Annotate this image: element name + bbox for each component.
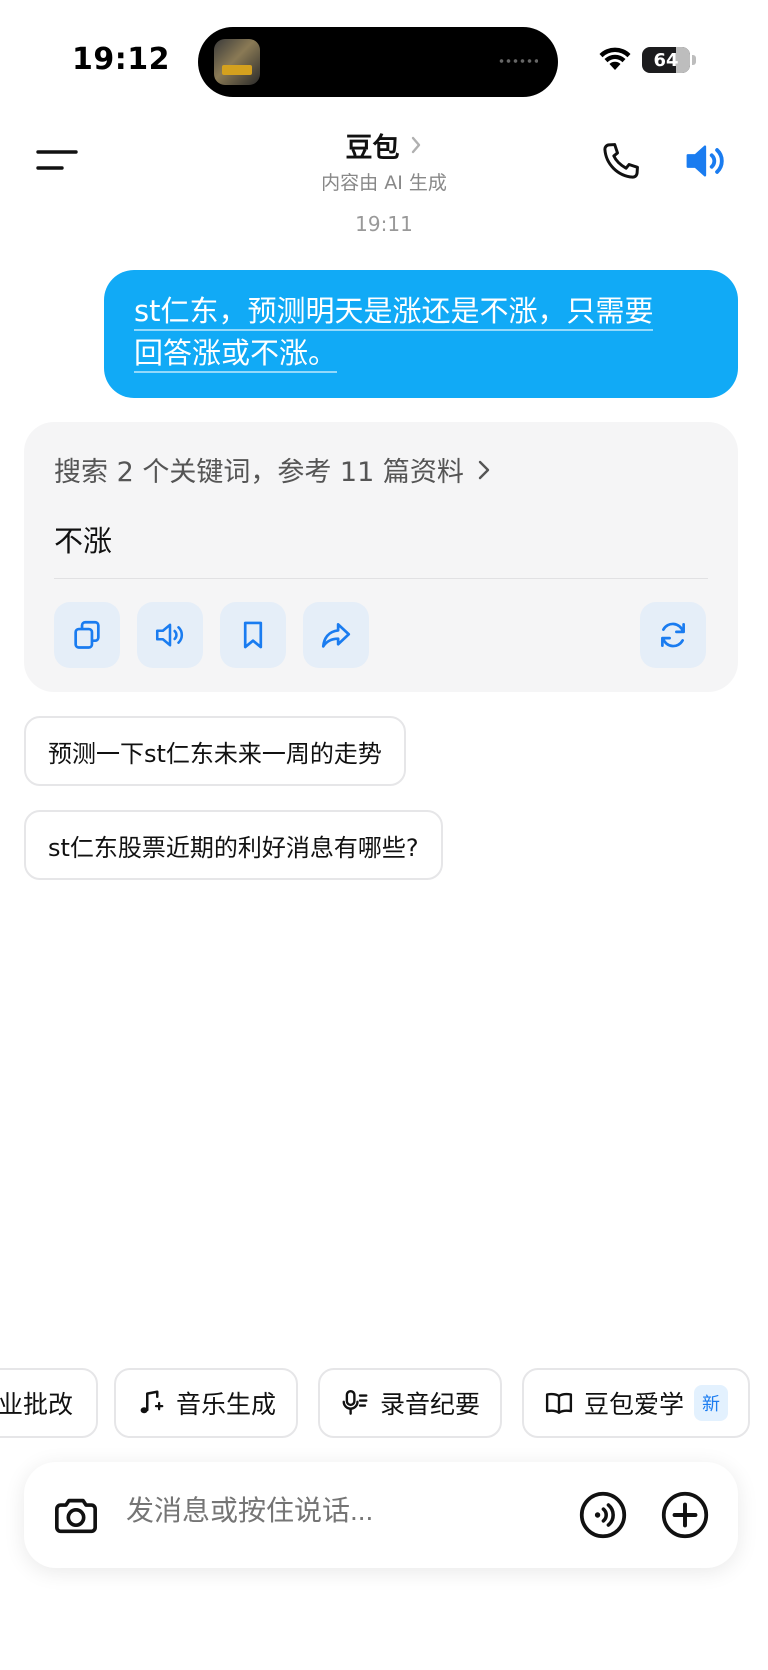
status-bar: 19:12 64 bbox=[0, 0, 768, 110]
camera-icon[interactable] bbox=[52, 1492, 100, 1538]
battery-tip bbox=[692, 55, 696, 65]
message-input[interactable] bbox=[126, 1495, 526, 1527]
speaker-icon[interactable] bbox=[682, 138, 728, 184]
bot-name-button[interactable]: 豆包 bbox=[0, 126, 768, 165]
message-timestamp: 19:11 bbox=[355, 212, 413, 236]
phone-icon[interactable] bbox=[600, 140, 642, 182]
tool-homework-grading[interactable]: 业批改 bbox=[0, 1368, 98, 1438]
tool-music-generation[interactable]: 音乐生成 bbox=[114, 1368, 299, 1438]
island-activity-icon bbox=[498, 58, 538, 64]
suggestion-text: st仁东股票近期的利好消息有哪些? bbox=[48, 833, 419, 862]
battery-level: 64 bbox=[653, 49, 679, 71]
message-input-bar bbox=[24, 1462, 738, 1568]
answer-card: 搜索 2 个关键词，参考 11 篇资料 不涨 bbox=[24, 422, 738, 692]
bookmark-button[interactable] bbox=[220, 602, 286, 668]
user-message-line-2: 回答涨或不涨。 bbox=[134, 336, 338, 373]
user-message-line-1: st仁东，预测明天是涨还是不涨，只需要 bbox=[134, 294, 654, 331]
search-summary-text: 搜索 2 个关键词，参考 11 篇资料 bbox=[54, 457, 464, 488]
dynamic-island[interactable] bbox=[198, 27, 558, 97]
share-icon bbox=[321, 623, 351, 648]
tool-label: 音乐生成 bbox=[176, 1390, 277, 1419]
regenerate-button[interactable] bbox=[640, 602, 706, 668]
user-message-bubble[interactable]: st仁东，预测明天是涨还是不涨，只需要 回答涨或不涨。 bbox=[104, 270, 738, 398]
answer-divider bbox=[54, 578, 708, 579]
read-aloud-button[interactable] bbox=[137, 602, 203, 668]
bot-name: 豆包 bbox=[345, 133, 400, 164]
plus-icon[interactable] bbox=[660, 1490, 710, 1540]
copy-button[interactable] bbox=[54, 602, 120, 668]
music-note-icon bbox=[140, 1390, 164, 1414]
suggestion-chip[interactable]: st仁东股票近期的利好消息有哪些? bbox=[24, 810, 443, 880]
chevron-right-icon bbox=[411, 136, 420, 154]
tool-recording-minutes[interactable]: 录音纪要 bbox=[318, 1368, 503, 1438]
island-app-icon bbox=[214, 39, 260, 85]
battery-indicator: 64 bbox=[642, 47, 690, 73]
ai-disclaimer: 内容由 AI 生成 bbox=[321, 172, 447, 194]
wifi-icon bbox=[599, 47, 631, 70]
answer-text: 不涨 bbox=[54, 524, 113, 558]
tool-label: 录音纪要 bbox=[380, 1390, 481, 1419]
book-icon bbox=[545, 1392, 573, 1414]
copy-icon bbox=[74, 620, 100, 649]
voice-input-icon[interactable] bbox=[578, 1490, 628, 1540]
chevron-right-icon bbox=[478, 460, 490, 479]
read-aloud-icon bbox=[155, 623, 184, 647]
tool-doubao-learning[interactable]: 豆包爱学 新 bbox=[522, 1368, 751, 1438]
user-message-text: st仁东，预测明天是涨还是不涨，只需要 回答涨或不涨。 bbox=[134, 290, 708, 374]
suggestion-text: 预测一下st仁东未来一周的走势 bbox=[48, 739, 382, 768]
chat-header: 豆包 内容由 AI 生成 bbox=[0, 120, 768, 200]
regenerate-icon bbox=[661, 622, 685, 648]
status-time: 19:12 bbox=[72, 42, 170, 77]
bookmark-icon bbox=[243, 621, 263, 649]
tool-label: 豆包爱学 bbox=[584, 1390, 685, 1419]
microphone-icon bbox=[342, 1389, 368, 1415]
new-badge: 新 bbox=[694, 1385, 729, 1421]
share-button[interactable] bbox=[303, 602, 369, 668]
search-summary-link[interactable]: 搜索 2 个关键词，参考 11 篇资料 bbox=[54, 450, 492, 489]
tool-label: 业批改 bbox=[0, 1390, 74, 1419]
suggestion-chip[interactable]: 预测一下st仁东未来一周的走势 bbox=[24, 716, 406, 786]
